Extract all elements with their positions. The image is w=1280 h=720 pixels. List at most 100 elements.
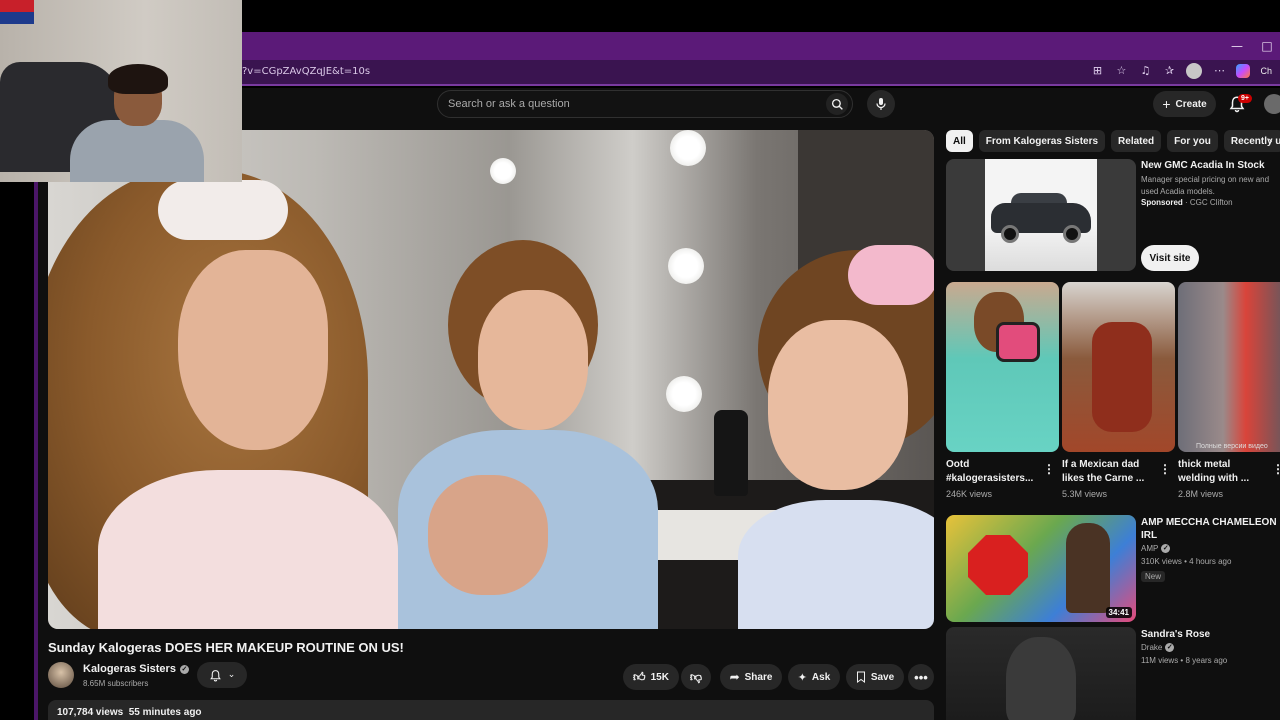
- video-person-left-body: [98, 470, 398, 629]
- mic-icon: [876, 98, 886, 110]
- description-meta: 107,784 views 55 minutes ago: [57, 707, 202, 718]
- search-icon: [831, 98, 843, 110]
- vanity-light: [668, 248, 704, 284]
- video-channel-name[interactable]: Drake: [1141, 643, 1162, 652]
- video-thumbnail[interactable]: 34:41: [946, 515, 1136, 622]
- video-title[interactable]: Sandra's Rose: [1141, 628, 1277, 641]
- more-vertical-icon[interactable]: ⋮: [1043, 462, 1055, 476]
- video-hand: [428, 475, 548, 595]
- minimize-icon[interactable]: —: [1222, 32, 1252, 60]
- short-thumbnail[interactable]: [1062, 282, 1175, 452]
- notification-badge: 9+: [1238, 94, 1252, 103]
- search-button[interactable]: [826, 93, 848, 115]
- video-thumbnail[interactable]: [946, 627, 1136, 720]
- description-box[interactable]: 107,784 views 55 minutes ago: [48, 700, 934, 720]
- chevron-right-icon[interactable]: ›: [1268, 134, 1273, 148]
- bell-icon: [209, 669, 221, 681]
- plus-icon: +: [1162, 96, 1171, 112]
- more-options-icon[interactable]: ⋯: [1212, 64, 1226, 78]
- bookmark-icon: [856, 671, 865, 683]
- channel-name-text[interactable]: Kalogeras Sisters: [83, 663, 176, 675]
- short-title[interactable]: If a Mexican dad likes the Carne ...: [1062, 458, 1152, 486]
- webcam-person: [70, 64, 204, 182]
- search-bar[interactable]: Search or ask a question: [437, 90, 853, 118]
- like-button[interactable]: 👍︎ 15K: [623, 664, 679, 690]
- webcam-overlay: [0, 0, 242, 182]
- video-person-left-headband: [158, 180, 288, 240]
- view-count: 107,784 views: [57, 707, 124, 718]
- vanity-light: [670, 130, 706, 166]
- video-person-right-face: [768, 320, 908, 490]
- maximize-icon[interactable]: □: [1252, 32, 1280, 60]
- video-person-right-headband: [848, 245, 934, 305]
- create-label: Create: [1175, 98, 1207, 110]
- ad-title[interactable]: New GMC Acadia In Stock: [1141, 160, 1265, 171]
- video-meta: 310K views • 4 hours ago: [1141, 557, 1232, 566]
- ad-thumbnail[interactable]: [946, 159, 1136, 271]
- browser-toolbar: ⊞ ☆ ♫ ✰ ⋯ Ch: [1090, 63, 1272, 79]
- dislike-button[interactable]: 👎︎: [681, 664, 711, 690]
- filter-chips: All From Kalogeras Sisters Related For y…: [946, 130, 1280, 152]
- favorite-star-icon[interactable]: ☆: [1114, 64, 1128, 78]
- create-button[interactable]: + Create: [1153, 91, 1216, 117]
- short-views: 5.3M views: [1062, 489, 1108, 499]
- channel-avatar[interactable]: [48, 662, 74, 688]
- more-actions-button[interactable]: •••: [908, 664, 934, 690]
- chip-related[interactable]: Related: [1111, 130, 1162, 152]
- more-vertical-icon[interactable]: ⋮: [1272, 462, 1280, 476]
- save-button[interactable]: Save: [846, 664, 904, 690]
- share-label: Share: [744, 671, 773, 683]
- voice-search-button[interactable]: [867, 90, 895, 118]
- video-meta: 11M views • 8 years ago: [1141, 656, 1228, 665]
- screen: — □ ?v=CGpZAvQZqJE&t=10s ⊞ ☆ ♫ ✰ ⋯ Ch Se…: [0, 0, 1280, 720]
- short-title[interactable]: thick metal welding with ...: [1178, 458, 1268, 486]
- copilot-icon[interactable]: [1236, 64, 1251, 78]
- video-player[interactable]: [48, 130, 934, 629]
- vanity-light: [666, 376, 702, 412]
- short-thumbnail[interactable]: Полные версии видео: [1178, 282, 1280, 452]
- video-person-right-body: [738, 500, 934, 629]
- short-title[interactable]: Ootd #kalogerasisters...: [946, 458, 1036, 486]
- chip-all[interactable]: All: [946, 130, 973, 152]
- vanity-light: [490, 158, 516, 184]
- ad-sponsored-line: Sponsored · CGC Clifton: [1141, 198, 1233, 207]
- account-avatar[interactable]: [1264, 94, 1280, 114]
- webcam-person-hair: [108, 64, 168, 94]
- video-channel[interactable]: Drake ✓: [1141, 643, 1175, 652]
- ad-description: Manager special pricing on new and used …: [1141, 175, 1270, 196]
- thumbs-up-icon: 👍︎: [633, 669, 646, 684]
- copilot-label[interactable]: Ch: [1260, 66, 1272, 76]
- thumbs-down-icon: 👎︎: [689, 669, 703, 684]
- url-text[interactable]: ?v=CGpZAvQZqJE&t=10s: [242, 66, 370, 77]
- short-thumbnail[interactable]: [946, 282, 1059, 452]
- share-button[interactable]: ➦ Share: [720, 664, 782, 690]
- subscribed-notifications-button[interactable]: ⌄: [197, 662, 247, 688]
- video-title[interactable]: AMP MECCHA CHAMELEON IRL: [1141, 516, 1277, 542]
- video-channel-name[interactable]: AMP: [1141, 544, 1158, 553]
- chip-for-you[interactable]: For you: [1167, 130, 1218, 152]
- favorites-icon[interactable]: ✰: [1162, 64, 1176, 78]
- car-image: [991, 193, 1091, 243]
- ad-advertiser: · CGC Clifton: [1185, 198, 1233, 207]
- channel-name[interactable]: Kalogeras Sisters ✓: [83, 663, 189, 675]
- more-vertical-icon[interactable]: ⋮: [1159, 462, 1171, 476]
- verified-icon: ✓: [179, 664, 189, 674]
- video-title: Sunday Kalogeras DOES HER MAKEUP ROUTINE…: [48, 640, 404, 655]
- visit-site-button[interactable]: Visit site: [1141, 245, 1199, 271]
- video-person-left: [48, 170, 408, 629]
- short-views: 246K views: [946, 489, 993, 499]
- profile-avatar[interactable]: [1186, 63, 1203, 79]
- ad-image: [985, 159, 1097, 271]
- apps-icon[interactable]: ⊞: [1090, 64, 1104, 78]
- search-input[interactable]: Search or ask a question: [448, 98, 570, 110]
- sparkle-icon: ✦: [797, 670, 807, 684]
- video-person-center-face: [478, 290, 588, 430]
- ask-button[interactable]: ✦ Ask: [788, 664, 840, 690]
- media-icon[interactable]: ♫: [1138, 64, 1152, 78]
- chip-from-channel[interactable]: From Kalogeras Sisters: [978, 130, 1106, 152]
- sponsored-label: Sponsored: [1141, 198, 1183, 207]
- new-badge: New: [1141, 571, 1166, 582]
- video-channel[interactable]: AMP ✓: [1141, 544, 1171, 553]
- webcam-flag: [0, 0, 34, 24]
- video-duration: 34:41: [1105, 607, 1132, 618]
